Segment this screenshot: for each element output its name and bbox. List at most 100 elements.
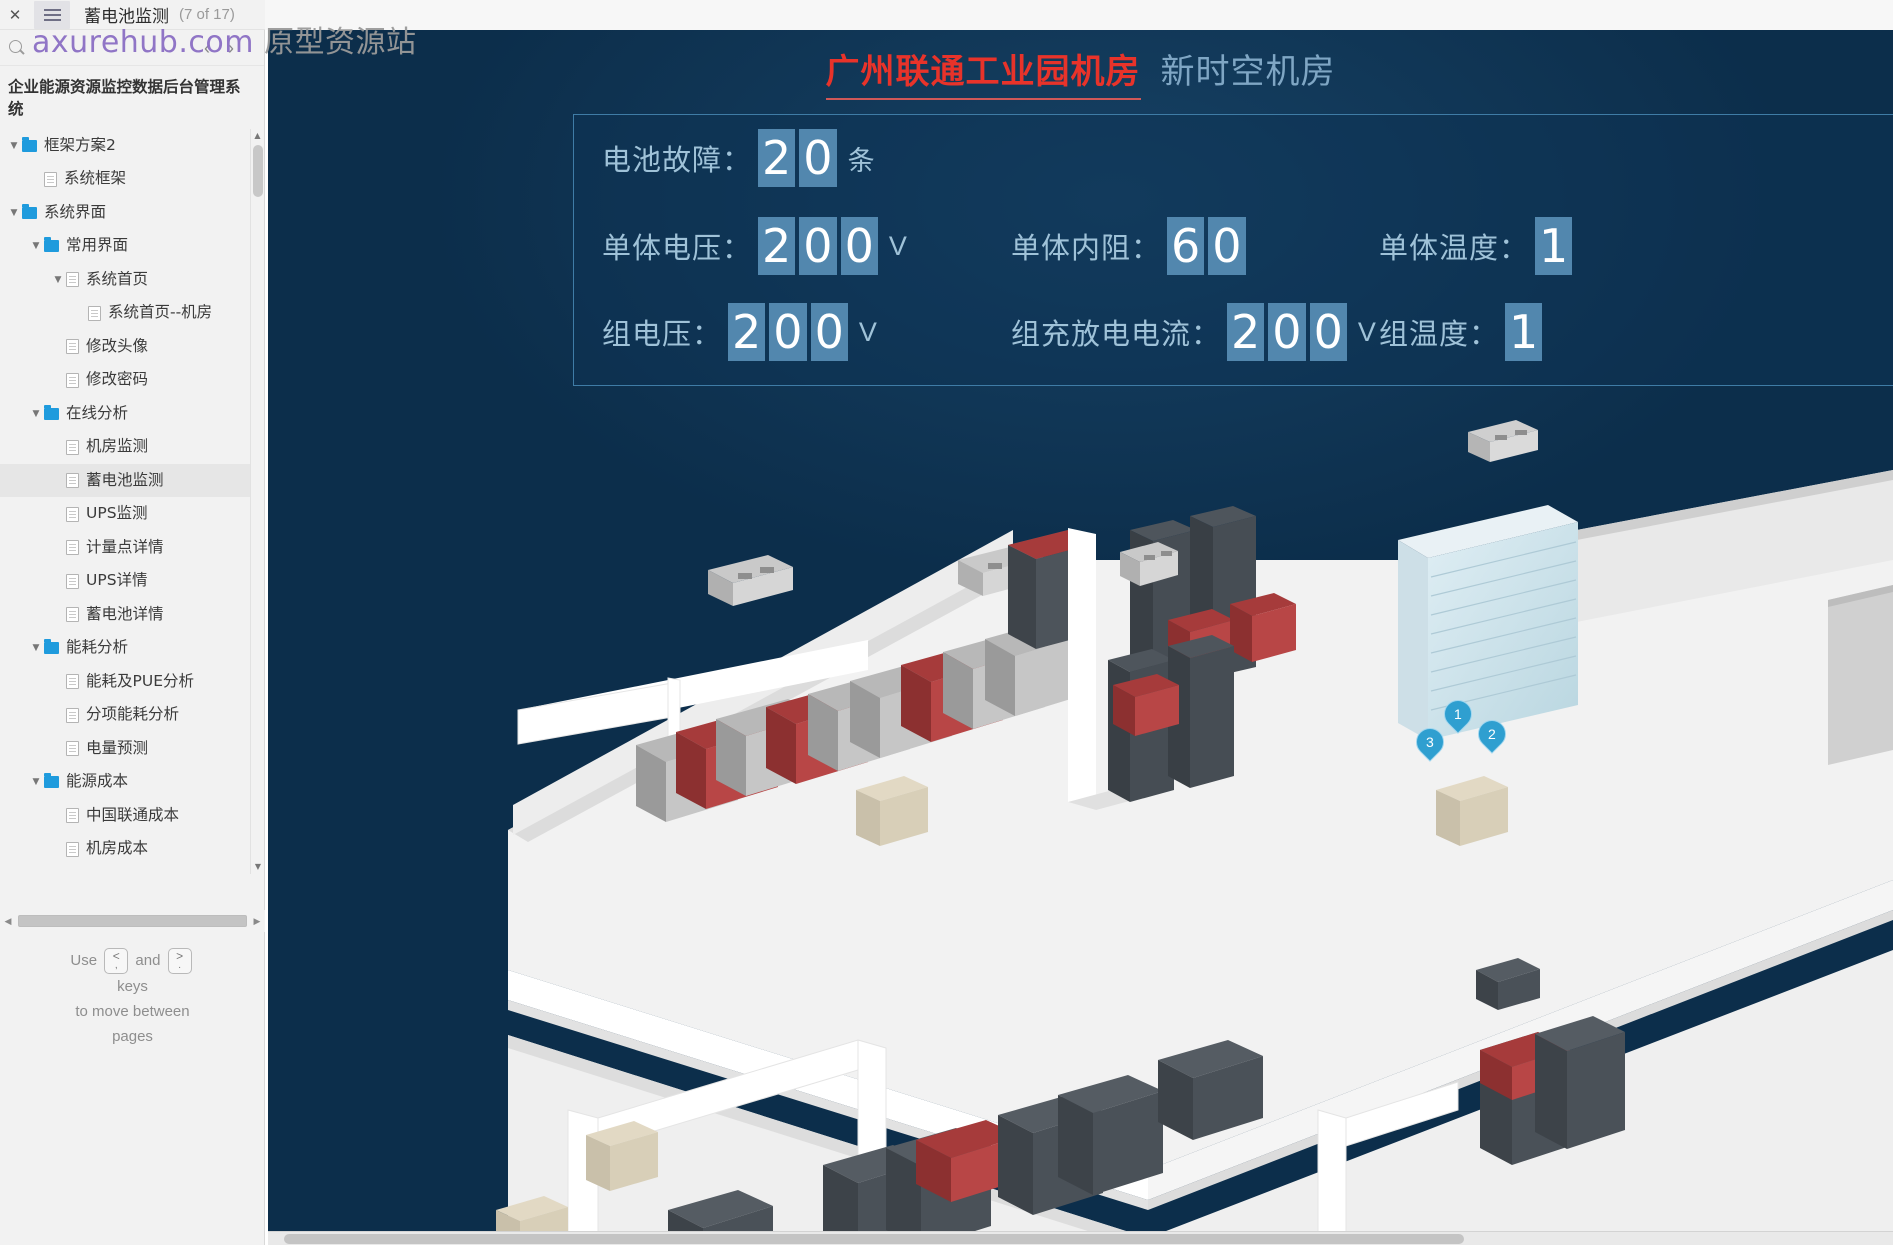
stat-unit: 条 <box>847 145 875 176</box>
folder-icon <box>22 136 37 152</box>
tree-item-label: 机房监测 <box>86 437 149 456</box>
tree-item-20[interactable]: ▼中国联通成本 <box>0 799 264 833</box>
scroll-up-icon[interactable]: ▲ <box>251 129 264 143</box>
stat-cell-voltage: 单体电压： 2 0 0 V <box>602 217 907 275</box>
stat-digit: 2 <box>758 217 796 275</box>
chevron-down-icon[interactable]: ▼ <box>6 141 22 151</box>
tree-item-label: 中国联通成本 <box>86 805 180 824</box>
stat-unit: V <box>858 316 877 347</box>
stat-label: 组电压： <box>602 317 723 351</box>
stat-digit: 6 <box>1167 217 1205 275</box>
tree-horizontal-scrollbar[interactable]: ◀ ▶ <box>0 910 265 932</box>
tree-item-label: 修改密码 <box>86 370 149 389</box>
stat-digit: 0 <box>1309 303 1347 361</box>
folder-icon <box>22 203 37 219</box>
stat-digits: 1 <box>1505 303 1543 361</box>
chevron-down-icon[interactable]: ▼ <box>6 208 22 218</box>
page-icon <box>66 808 79 824</box>
tree-item-0[interactable]: ▼ 框架方案2 <box>0 129 264 163</box>
stat-digit: 0 <box>840 217 878 275</box>
floorplan-svg <box>496 420 1893 1245</box>
tree-item-10[interactable]: ▼蓄电池监测 <box>0 463 264 498</box>
tree-vertical-scrollbar[interactable]: ▲ ▼ <box>250 128 264 874</box>
close-icon[interactable]: ✕ <box>0 0 30 30</box>
tree-item-label: 在线分析 <box>66 403 129 422</box>
tree-item-15[interactable]: ▼ 能耗分析 <box>0 631 264 665</box>
next-page-button[interactable]: › <box>228 39 234 57</box>
tree-item-2[interactable]: ▼ 系统界面 <box>0 196 264 230</box>
location-pin-3[interactable]: 3 <box>1410 722 1450 768</box>
page-icon <box>66 540 79 556</box>
stat-digit: 2 <box>728 303 766 361</box>
stat-pack-voltage: 组电压： 2 0 0 V <box>602 303 877 361</box>
tree-item-label: 蓄电池详情 <box>86 604 164 623</box>
page-icon <box>66 439 79 455</box>
stage-horizontal-scrollbar[interactable] <box>268 1231 1893 1245</box>
stat-label: 单体温度： <box>1379 231 1530 265</box>
scroll-left-icon[interactable]: ◀ <box>0 916 16 927</box>
chevron-down-icon[interactable]: ▼ <box>28 241 44 251</box>
chevron-down-icon[interactable]: ▼ <box>28 643 44 653</box>
tree-item-17[interactable]: ▼分项能耗分析 <box>0 698 264 732</box>
sidebar: ‹ › 企业能源资源监控数据后台管理系统 ▼框架方案2▼系统框架 ▼ 系统界面 ▼常用… <box>0 30 265 1245</box>
page-icon <box>66 339 79 355</box>
chevron-down-icon[interactable]: ▼ <box>50 275 66 285</box>
tree-item-19[interactable]: ▼ 能源成本 <box>0 765 264 799</box>
stat-digit: 0 <box>1268 303 1306 361</box>
search-icon[interactable] <box>8 39 26 57</box>
page-icon <box>66 372 79 388</box>
page-icon <box>66 506 79 522</box>
stat-digits: 1 <box>1535 217 1573 275</box>
tree-item-16[interactable]: ▼能耗及PUE分析 <box>0 665 264 699</box>
tree-hscroll-thumb[interactable] <box>18 915 247 927</box>
hamburger-icon[interactable] <box>34 0 70 29</box>
sidebar-search-row: ‹ › <box>0 30 264 66</box>
stat-digit: 0 <box>1208 217 1246 275</box>
tree-item-label: 系统界面 <box>44 202 107 221</box>
scroll-right-icon[interactable]: ▶ <box>249 916 265 927</box>
tree-item-14[interactable]: ▼蓄电池详情 <box>0 598 264 632</box>
tree-item-5[interactable]: ▼系统首页--机房 <box>0 296 264 330</box>
pin-3-label: 3 <box>1426 734 1434 751</box>
chevron-down-icon[interactable]: ▼ <box>28 409 44 419</box>
page-tree[interactable]: ▼框架方案2▼系统框架▼系统界面▼常用界面▼系统首页▼系统首页--机房▼修改头像… <box>0 128 264 874</box>
tree-item-label: 分项能耗分析 <box>86 705 180 724</box>
page-icon <box>88 305 101 321</box>
prev-page-button[interactable]: ‹ <box>204 39 210 57</box>
footer-and-label: and <box>135 952 161 969</box>
tree-item-13[interactable]: ▼UPS详情 <box>0 564 264 598</box>
tree-scroll-thumb[interactable] <box>253 144 263 197</box>
stat-pack-temperature: 组温度： 1 <box>1379 303 1551 361</box>
tree-item-1[interactable]: ▼系统框架 <box>0 162 264 196</box>
tree-item-label: 系统首页--机房 <box>108 303 213 322</box>
room-tab-bar: 广州联通工业园机房 新时空机房 <box>268 44 1893 100</box>
datacenter-3d-floorplan[interactable]: 1 2 3 <box>268 410 1893 1245</box>
stat-cell-temperature: 单体温度： 1 <box>1379 217 1581 275</box>
tree-item-8[interactable]: ▼ 在线分析 <box>0 397 264 431</box>
tree-item-21[interactable]: ▼机房成本 <box>0 832 264 866</box>
location-pin-1[interactable]: 1 <box>1438 694 1478 740</box>
tree-item-18[interactable]: ▼电量预测 <box>0 732 264 766</box>
room-tab-0[interactable]: 广州联通工业园机房 <box>825 44 1141 100</box>
stage-hscroll-thumb[interactable] <box>284 1234 1464 1244</box>
page-icon <box>66 473 79 489</box>
room-tab-1[interactable]: 新时空机房 <box>1161 44 1336 98</box>
tree-item-3[interactable]: ▼ 常用界面 <box>0 229 264 263</box>
tree-item-7[interactable]: ▼修改密码 <box>0 363 264 397</box>
tree-item-label: 电量预测 <box>86 738 149 757</box>
page-counter: (7 of 17) <box>179 6 235 23</box>
tree-item-11[interactable]: ▼UPS监测 <box>0 497 264 531</box>
app-title: 企业能源资源监控数据后台管理系统 <box>8 78 241 119</box>
tree-item-4[interactable]: ▼ 系统首页 <box>0 263 264 297</box>
tree-item-label: 能耗分析 <box>66 638 129 657</box>
tree-item-6[interactable]: ▼修改头像 <box>0 330 264 364</box>
scroll-down-icon[interactable]: ▼ <box>251 860 264 874</box>
top-toolbar-background <box>0 0 1893 30</box>
location-pin-2[interactable]: 2 <box>1472 714 1512 760</box>
chevron-down-icon[interactable]: ▼ <box>28 777 44 787</box>
tree-item-9[interactable]: ▼机房监测 <box>0 430 264 464</box>
stat-digits: 200 <box>758 217 878 275</box>
stat-cell-resistance: 单体内阻： 6 0 <box>1011 217 1255 275</box>
tree-item-12[interactable]: ▼计量点详情 <box>0 531 264 565</box>
footer-line3: pages <box>112 1028 153 1046</box>
